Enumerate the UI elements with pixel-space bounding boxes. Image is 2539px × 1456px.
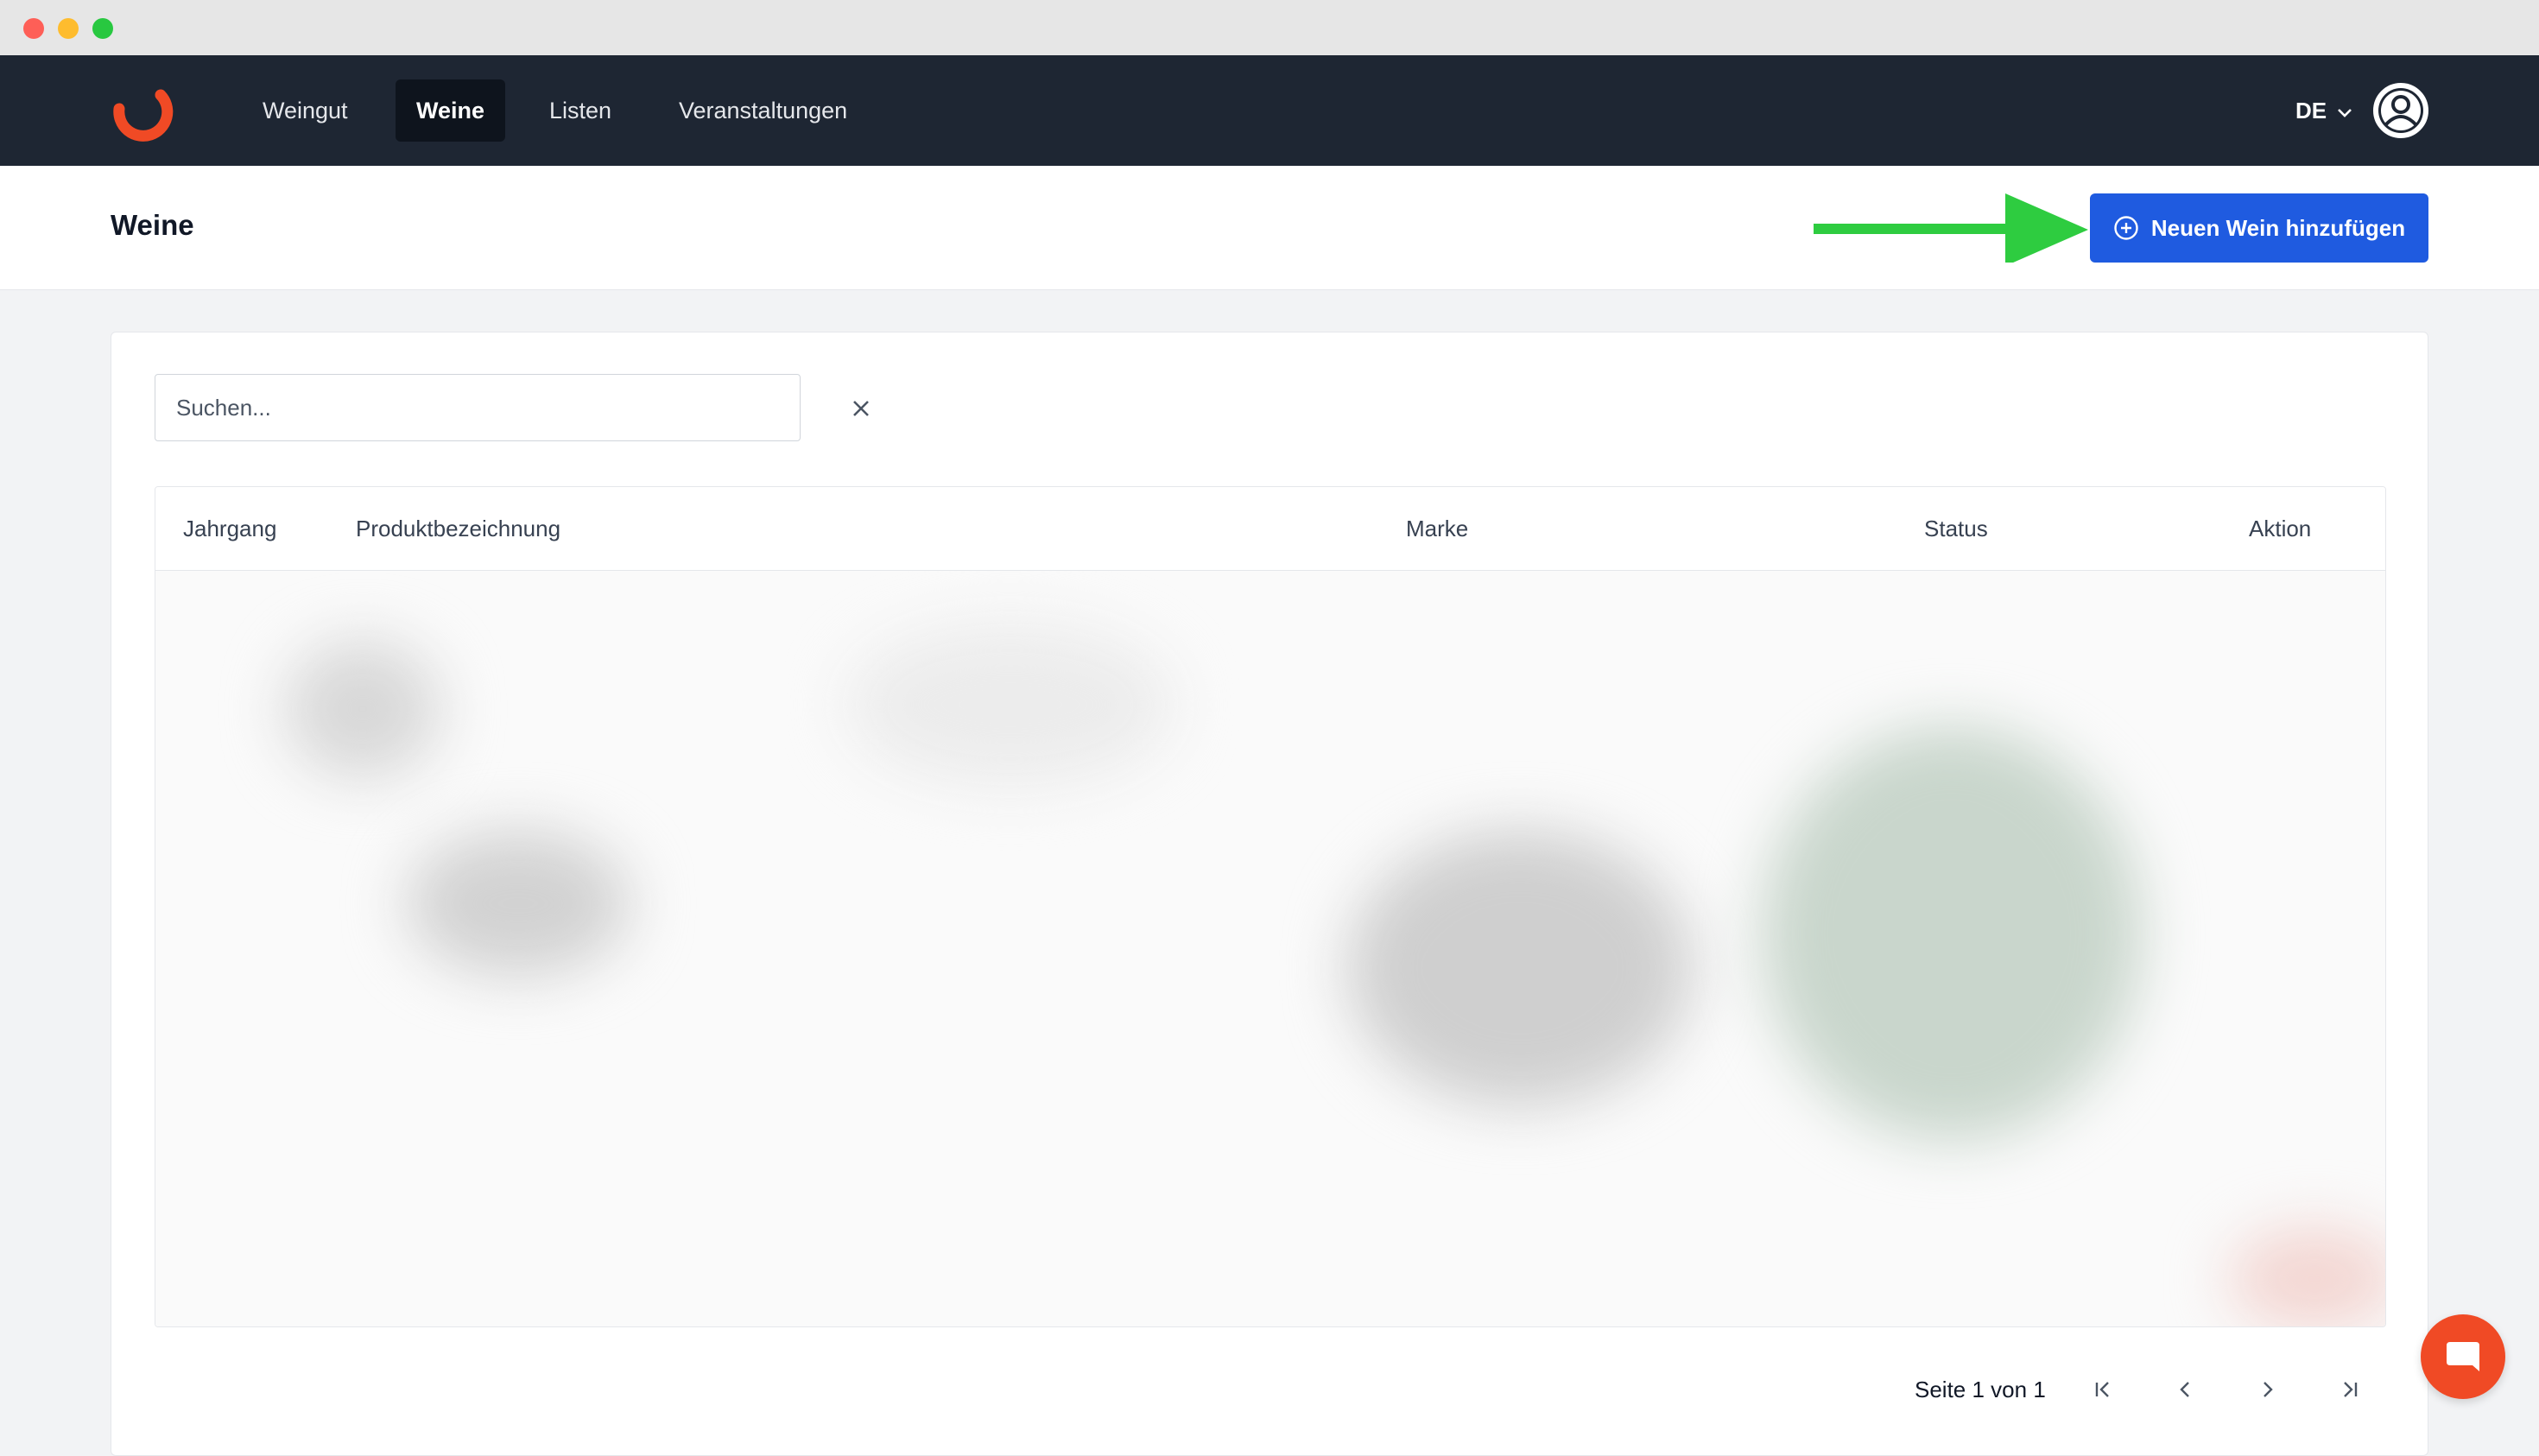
column-header-jahrgang[interactable]: Jahrgang xyxy=(183,487,276,570)
search-input[interactable] xyxy=(155,374,801,441)
chevron-down-icon xyxy=(2338,109,2352,117)
chat-icon xyxy=(2447,1342,2479,1371)
column-header-produktbezeichnung[interactable]: Produktbezeichnung xyxy=(356,487,560,570)
plus-circle-icon xyxy=(2114,216,2138,240)
table-header: Jahrgang Produktbezeichnung Marke Status… xyxy=(155,487,2385,571)
first-page-icon xyxy=(2095,1382,2109,1397)
column-header-aktion: Aktion xyxy=(2249,516,2312,541)
window-titlebar xyxy=(0,0,2539,55)
close-window-button[interactable] xyxy=(23,18,44,39)
column-header-status[interactable]: Status xyxy=(1924,487,1988,570)
chevron-left-icon xyxy=(2180,1382,2189,1397)
brand-logo-icon[interactable] xyxy=(107,79,176,149)
clear-search-button[interactable] xyxy=(844,391,878,426)
previous-page-button[interactable] xyxy=(2169,1372,2203,1407)
page-title: Weine xyxy=(111,209,194,241)
first-page-button[interactable] xyxy=(2086,1372,2120,1407)
last-page-icon xyxy=(2344,1382,2358,1397)
table-body-blurred xyxy=(155,571,2385,1326)
chat-launcher-button[interactable] xyxy=(2421,1314,2505,1399)
language-selector[interactable]: DE xyxy=(2295,95,2353,126)
add-wine-button-label: Neuen Wein hinzufügen xyxy=(2150,214,2406,241)
last-page-button[interactable] xyxy=(2333,1372,2367,1407)
next-page-button[interactable] xyxy=(2250,1372,2284,1407)
top-navigation: Weingut Weine Listen Veranstaltungen DE xyxy=(0,55,2539,166)
column-header-marke[interactable]: Marke xyxy=(1406,487,1468,570)
nav-item-listen[interactable]: Listen xyxy=(529,79,632,142)
user-circle-icon[interactable] xyxy=(2371,81,2430,144)
wine-table: Jahrgang Produktbezeichnung Marke Status… xyxy=(155,486,2386,1327)
add-wine-button[interactable]: Neuen Wein hinzufügen xyxy=(2090,193,2428,263)
minimize-window-button[interactable] xyxy=(58,18,79,39)
close-icon xyxy=(853,401,869,416)
blurred-content xyxy=(846,623,1175,787)
blurred-content xyxy=(2228,1227,2385,1326)
annotation-arrow-icon xyxy=(1814,193,2088,263)
blurred-content xyxy=(1762,726,2142,1141)
language-label: DE xyxy=(2295,98,2327,123)
wine-list-card: Jahrgang Produktbezeichnung Marke Status… xyxy=(111,332,2428,1456)
blurred-content xyxy=(285,640,440,778)
chevron-right-icon xyxy=(2264,1382,2273,1397)
nav-item-veranstaltungen[interactable]: Veranstaltungen xyxy=(658,79,868,142)
nav-item-weine[interactable]: Weine xyxy=(396,79,506,142)
maximize-window-button[interactable] xyxy=(92,18,113,39)
page-header: Weine Neuen Wein hinzufügen xyxy=(0,166,2539,290)
blurred-content xyxy=(1347,830,1693,1106)
nav-item-weingut[interactable]: Weingut xyxy=(242,79,369,142)
blurred-content xyxy=(406,830,630,977)
pagination-label: Seite 1 von 1 xyxy=(1915,1377,2046,1402)
